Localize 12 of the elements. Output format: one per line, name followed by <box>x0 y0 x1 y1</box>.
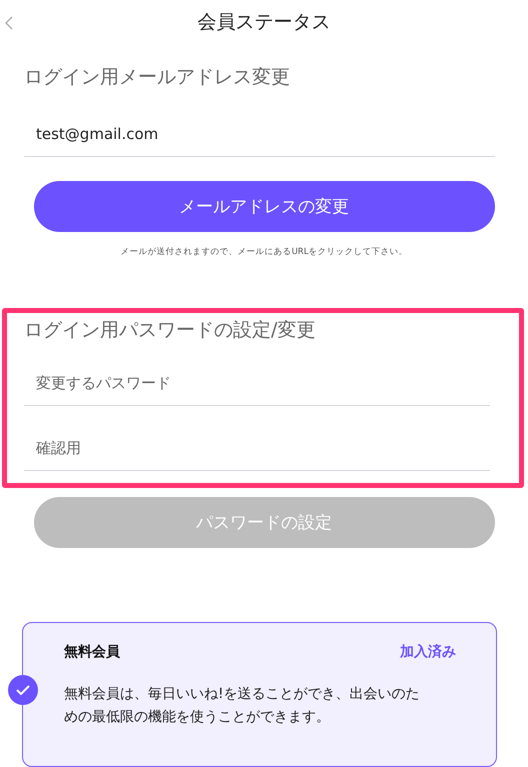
password-field[interactable]: 確認用 <box>24 426 490 471</box>
plan-name: 無料会員 <box>64 642 120 661</box>
plan-status: 加入済み <box>400 642 456 661</box>
password-field[interactable]: 変更するパスワード <box>24 360 490 406</box>
page-title: 会員ステータス <box>198 10 330 36</box>
change-email-button[interactable]: メールアドレスの変更 <box>34 181 494 232</box>
email-field[interactable]: test@gmail.com <box>24 112 495 158</box>
plan-description: 無料会員は、毎日いいね!を送ることができ、出会いのための最低限の機能を使うことができます。 <box>64 684 421 727</box>
email-note: メールが送付されますので、メールにあるURLをクリックして下さい。 <box>120 246 408 258</box>
section-heading: ログイン用パスワードの設定/変更 <box>24 318 316 343</box>
back-icon[interactable] <box>5 16 13 30</box>
section-heading: ログイン用メールアドレス変更 <box>24 65 291 90</box>
